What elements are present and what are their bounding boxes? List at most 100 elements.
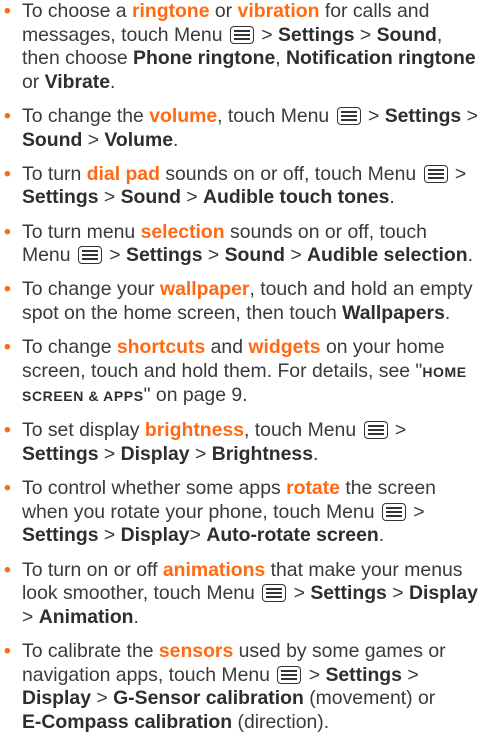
menu-path-term: Settings [325,663,402,686]
menu-path-term: Sound [376,23,437,46]
body-text: > [407,500,425,523]
menu-icon [229,25,254,44]
body-text: navigation apps, touch Menu [22,663,276,686]
highlight-term: ringtone [131,0,210,22]
bullet-icon: • [4,220,11,243]
tip-line: SCREEN & APPS" on page 9. [22,384,503,409]
tip-item: • To choose a ringtone or vibration for c… [0,0,503,94]
body-text: > [103,244,127,267]
body-text: > [354,23,377,46]
body-text: > [202,244,225,267]
menu-path-term: Volume [104,128,174,151]
bullet-icon: • [4,419,11,442]
body-text: . [444,301,451,324]
tip-line: To change shortcuts and widgets on your … [22,336,503,360]
body-text: or [209,0,238,22]
body-text: To turn menu [22,220,141,243]
body-text: . [467,244,473,267]
tip-line: To control whether some apps rotate the … [22,477,503,501]
tip-line: To turn menu selection sounds on or off,… [22,221,503,245]
body-text: > [461,104,478,127]
body-text: , [436,23,443,46]
menu-path-term: Auto-rotate screen [206,524,379,547]
bullet-icon: • [4,336,11,359]
body-text: > [98,186,121,209]
menu-icon [262,584,287,603]
tip-line: when you rotate your phone, touch Menu > [22,501,503,525]
highlight-term: rotate [286,477,340,500]
bullet-icon: • [4,104,11,127]
body-text: messages, touch Menu [22,23,228,46]
body-text: > [82,128,105,151]
menu-path-term: Settings [310,582,387,605]
tip-line: To turn dial pad sounds on or off, touch… [22,163,503,187]
tip-line: To choose a ringtone or vibration for ca… [22,0,503,24]
body-text: To turn on or off [22,558,163,581]
bullet-icon: • [4,477,11,500]
body-text: on your home [320,336,445,359]
tip-item: • To turn dial pad sounds on or off, touc… [0,163,503,210]
body-text: > [189,443,212,466]
menu-path-term: Settings [277,23,355,46]
body-text: , touch Menu [244,419,362,442]
tip-line: To turn on or off animations that make y… [22,559,503,583]
body-text: To change your [22,278,160,301]
section-reference: HOME [422,363,467,380]
body-text: To turn [22,162,87,185]
menu-path-term: Display [120,524,190,547]
menu-path-term: Settings [22,186,99,209]
settings-tips-list: • To choose a ringtone or vibration for c… [0,0,503,745]
tip-line: To set display brightness, touch Menu > [22,419,503,443]
highlight-term: animations [162,558,266,581]
highlight-term: widgets [248,336,321,359]
menu-path-term: E-Compass calibration [22,710,233,733]
bullet-icon: • [4,0,11,22]
menu-path-term: Settings [22,443,99,466]
highlight-term: vibration [237,0,320,22]
menu-path-term: Brightness [211,443,313,466]
body-text: used by some games or [233,640,446,662]
menu-path-term: Audible touch tones [203,186,390,209]
tip-item: • To change shortcuts and widgets on your… [0,336,503,409]
tip-item: • To turn on or off animations that make … [0,559,503,630]
body-text: To calibrate the [22,640,159,662]
tip-line: or Vibrate. [22,71,503,95]
body-text: then choose [22,47,134,70]
menu-path-term: Sound [22,128,83,151]
bullet-icon: • [4,558,11,581]
body-text: Menu [22,244,76,267]
bullet-icon: • [4,278,11,301]
body-text: for calls and [319,0,430,22]
body-text: " on page 9. [143,384,248,407]
tip-line: messages, touch Menu > Settings > Sound, [22,24,503,48]
highlight-term: brightness [144,419,244,442]
menu-icon [423,164,448,183]
tip-line: > Animation. [22,606,503,630]
menu-path-term: Sound [224,244,285,267]
menu-path-term: Wallpapers [342,301,445,324]
body-text: > [389,419,407,442]
body-text: sounds on or off, touch Menu [159,162,422,185]
body-text: look smoother, touch Menu [22,582,261,605]
body-text: > [401,663,419,686]
menu-icon [363,421,388,440]
tip-line: Display > G-Sensor calibration (movement… [22,687,503,711]
body-text: , touch and hold an empty [249,278,473,301]
tip-item: • To set display brightness, touch Menu >… [0,419,503,466]
body-text: , [275,47,287,70]
body-text: > [255,23,278,46]
tip-item: • To change the volume, touch Menu > Sett… [0,105,503,152]
body-text: > [303,663,326,686]
menu-path-term: G-Sensor calibration [113,687,304,710]
body-text: the screen [339,477,436,500]
menu-path-term: Notification ringtone [286,47,476,70]
menu-path-term: Display [22,687,91,710]
body-text: . [133,605,139,628]
body-text: > [98,524,121,547]
tip-line: Sound > Volume. [22,129,503,153]
body-text: sounds on or off, touch [224,220,427,243]
tip-line: look smoother, touch Menu > Settings > D… [22,582,503,606]
body-text: (direction). [232,710,330,733]
tip-line: Settings > Sound > Audible touch tones. [22,186,503,210]
bullet-icon: • [4,640,11,662]
